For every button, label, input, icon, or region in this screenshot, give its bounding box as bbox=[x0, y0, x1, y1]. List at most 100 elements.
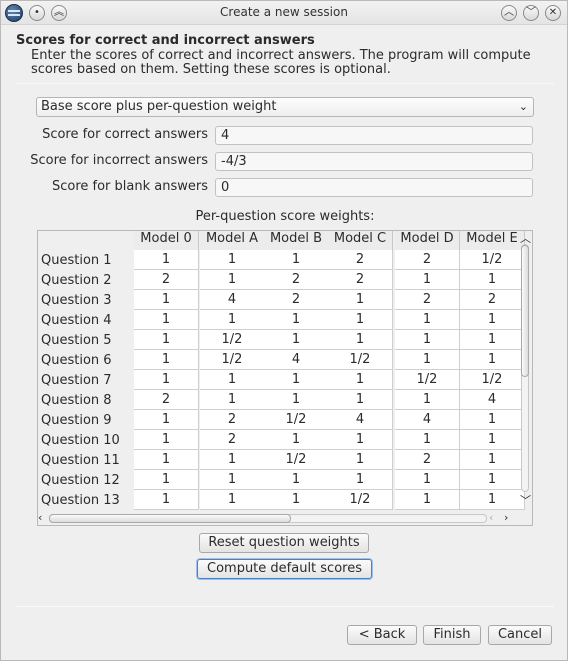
horizontal-scroll-thumb[interactable] bbox=[49, 514, 291, 523]
vertical-scrollbar[interactable]: ︿ ﹀ bbox=[518, 232, 532, 508]
scroll-down-icon[interactable]: ﹀ bbox=[520, 492, 531, 508]
weight-cell[interactable]: 2 bbox=[395, 450, 460, 470]
weight-cell[interactable]: 1 bbox=[460, 470, 525, 490]
weight-cell[interactable]: 1/2 bbox=[328, 350, 393, 370]
weight-cell[interactable]: 1 bbox=[328, 310, 393, 330]
weight-cell[interactable]: 4 bbox=[328, 410, 393, 430]
weight-cell[interactable]: 1 bbox=[460, 410, 525, 430]
weight-cell[interactable]: 1 bbox=[264, 390, 329, 410]
title-bar[interactable]: • ︽ Create a new session ︿ ﹀ ✕ bbox=[1, 1, 567, 25]
weight-cell[interactable]: 2 bbox=[328, 270, 393, 290]
back-button[interactable]: < Back bbox=[347, 625, 417, 645]
weight-cell[interactable]: 1 bbox=[328, 450, 393, 470]
scroll-right-icon[interactable]: › bbox=[504, 511, 508, 524]
weight-cell[interactable]: 1 bbox=[328, 430, 393, 450]
weight-cell[interactable]: 1/2 bbox=[460, 370, 525, 390]
weight-cell[interactable]: 1 bbox=[395, 330, 460, 350]
weight-cell[interactable]: 1 bbox=[134, 350, 199, 370]
minimize-icon[interactable]: ﹀ bbox=[523, 5, 539, 21]
weight-cell[interactable]: 4 bbox=[395, 410, 460, 430]
weight-cell[interactable]: 2 bbox=[264, 270, 329, 290]
weight-cell[interactable]: 1 bbox=[460, 310, 525, 330]
weight-cell[interactable]: 4 bbox=[200, 290, 265, 310]
weight-cell[interactable]: 4 bbox=[460, 390, 525, 410]
weight-cell[interactable]: 1 bbox=[328, 470, 393, 490]
weight-cell[interactable]: 1 bbox=[395, 390, 460, 410]
column-header[interactable]: Model C bbox=[328, 231, 393, 250]
column-header[interactable]: Model A bbox=[200, 231, 265, 250]
weight-cell[interactable]: 1 bbox=[395, 350, 460, 370]
column-header[interactable]: Model 0 bbox=[134, 231, 199, 250]
weight-cell[interactable]: 1 bbox=[460, 350, 525, 370]
weight-cell[interactable]: 1 bbox=[264, 490, 329, 510]
weight-cell[interactable]: 1 bbox=[460, 270, 525, 290]
weight-cell[interactable]: 1/2 bbox=[460, 250, 525, 270]
weight-cell[interactable]: 4 bbox=[264, 350, 329, 370]
weight-cell[interactable]: 1 bbox=[264, 370, 329, 390]
weight-cell[interactable]: 1 bbox=[264, 330, 329, 350]
weight-cell[interactable]: 1 bbox=[395, 430, 460, 450]
weight-cell[interactable]: 1/2 bbox=[395, 370, 460, 390]
weight-cell[interactable]: 1 bbox=[395, 490, 460, 510]
weight-cell[interactable]: 1 bbox=[200, 370, 265, 390]
weight-cell[interactable]: 1/2 bbox=[200, 350, 265, 370]
weight-cell[interactable]: 1 bbox=[264, 430, 329, 450]
weight-cell[interactable]: 1/2 bbox=[264, 450, 329, 470]
weight-cell[interactable]: 1 bbox=[264, 250, 329, 270]
weight-cell[interactable]: 1 bbox=[200, 270, 265, 290]
weight-cell[interactable]: 2 bbox=[134, 270, 199, 290]
weight-cell[interactable]: 2 bbox=[200, 430, 265, 450]
weight-cell[interactable]: 1/2 bbox=[200, 330, 265, 350]
weight-cell[interactable]: 1/2 bbox=[328, 490, 393, 510]
weight-cell[interactable]: 1 bbox=[264, 310, 329, 330]
weights-table[interactable]: Model 0 Model A Model B Model C Model D Model… bbox=[37, 230, 533, 526]
weight-cell[interactable]: 1 bbox=[134, 310, 199, 330]
weight-cell[interactable]: 2 bbox=[200, 410, 265, 430]
weight-cell[interactable]: 1 bbox=[395, 470, 460, 490]
cancel-button[interactable]: Cancel bbox=[488, 625, 552, 645]
weight-cell[interactable]: 1 bbox=[200, 450, 265, 470]
weight-cell[interactable]: 1 bbox=[395, 310, 460, 330]
weight-cell[interactable]: 1 bbox=[200, 490, 265, 510]
weight-cell[interactable]: 1 bbox=[134, 330, 199, 350]
weight-cell[interactable]: 1 bbox=[134, 490, 199, 510]
vertical-scroll-thumb[interactable] bbox=[521, 245, 529, 377]
column-header[interactable]: Model D bbox=[395, 231, 460, 250]
scroll-left-icon[interactable]: ‹ bbox=[38, 511, 42, 524]
weight-cell[interactable]: 2 bbox=[395, 250, 460, 270]
weight-cell[interactable]: 1 bbox=[134, 290, 199, 310]
weight-cell[interactable]: 1 bbox=[460, 450, 525, 470]
close-icon[interactable]: ✕ bbox=[545, 5, 561, 21]
weight-cell[interactable]: 1 bbox=[134, 450, 199, 470]
weight-cell[interactable]: 1 bbox=[328, 290, 393, 310]
weight-cell[interactable]: 1/2 bbox=[264, 410, 329, 430]
weight-cell[interactable]: 2 bbox=[328, 250, 393, 270]
weight-cell[interactable]: 1 bbox=[200, 470, 265, 490]
weight-cell[interactable]: 2 bbox=[395, 290, 460, 310]
weight-cell[interactable]: 1 bbox=[134, 410, 199, 430]
incorrect-score-field[interactable]: -4/3 bbox=[215, 152, 533, 171]
column-header[interactable]: Model B bbox=[264, 231, 329, 250]
weight-cell[interactable]: 1 bbox=[134, 430, 199, 450]
weight-cell[interactable]: 1 bbox=[460, 490, 525, 510]
weight-cell[interactable]: 1 bbox=[395, 270, 460, 290]
weight-cell[interactable]: 1 bbox=[328, 390, 393, 410]
weight-cell[interactable]: 1 bbox=[134, 370, 199, 390]
weight-cell[interactable]: 1 bbox=[328, 330, 393, 350]
weight-cell[interactable]: 1 bbox=[134, 250, 199, 270]
weight-cell[interactable]: 1 bbox=[200, 310, 265, 330]
weight-cell[interactable]: 1 bbox=[200, 390, 265, 410]
correct-score-field[interactable]: 4 bbox=[215, 126, 533, 145]
blank-score-field[interactable]: 0 bbox=[215, 178, 533, 197]
weight-cell[interactable]: 2 bbox=[134, 390, 199, 410]
weight-cell[interactable]: 1 bbox=[134, 470, 199, 490]
weight-cell[interactable]: 2 bbox=[264, 290, 329, 310]
weight-cell[interactable]: 1 bbox=[200, 250, 265, 270]
scoring-mode-select[interactable]: Base score plus per-question weight ⌄ bbox=[36, 97, 534, 117]
finish-button[interactable]: Finish bbox=[423, 625, 481, 645]
horizontal-scrollbar[interactable]: ‹ ‹ › bbox=[37, 511, 515, 525]
weight-cell[interactable]: 1 bbox=[264, 470, 329, 490]
weight-cell[interactable]: 1 bbox=[328, 370, 393, 390]
weight-cell[interactable]: 2 bbox=[460, 290, 525, 310]
shade-icon[interactable]: ︿ bbox=[501, 5, 517, 21]
